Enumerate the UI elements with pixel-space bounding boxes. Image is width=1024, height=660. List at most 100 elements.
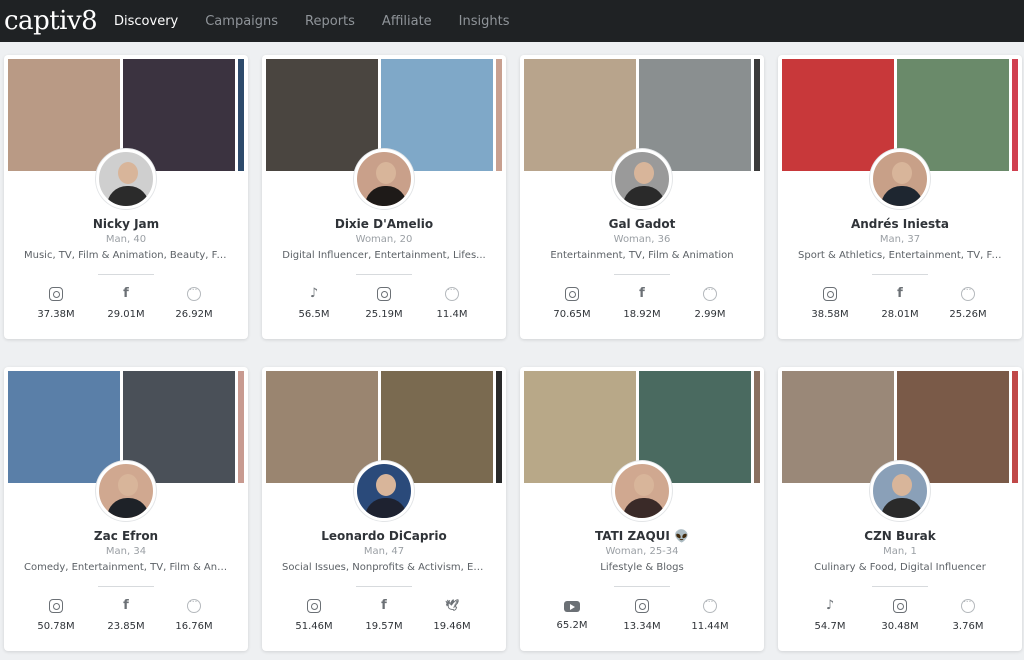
post-thumbnail[interactable] xyxy=(8,371,120,483)
influencer-name[interactable]: CZN Burak xyxy=(778,529,1022,543)
stat-value: 11.4M xyxy=(436,309,468,320)
influencer-name[interactable]: Gal Gadot xyxy=(520,217,764,231)
influencer-name[interactable]: TATI ZAQUI 👽 xyxy=(520,529,764,543)
more-icon xyxy=(703,285,717,301)
influencer-name[interactable]: Zac Efron xyxy=(4,529,248,543)
facebook-icon: f xyxy=(123,598,129,613)
gender-age: Woman, 36 xyxy=(613,234,671,245)
avatar[interactable] xyxy=(870,461,930,521)
facebook-icon: f xyxy=(123,286,129,301)
stat-value: 56.5M xyxy=(298,309,330,320)
influencer-card[interactable]: Nicky Jam Man, 40 Music, TV, Film & Animat… xyxy=(4,55,248,339)
nav-affiliate[interactable]: Affiliate xyxy=(382,14,432,29)
stat-value: 13.34M xyxy=(623,621,661,632)
nav-reports[interactable]: Reports xyxy=(305,14,355,29)
categories: Sport & Athletics, Entertainment, TV, Fi… xyxy=(798,250,1002,261)
stat-instagram: 30.48M xyxy=(870,599,930,632)
more-icon xyxy=(703,597,717,613)
stat-instagram: 50.78M xyxy=(26,599,86,632)
avatar[interactable] xyxy=(612,149,672,209)
top-navbar: captiv8 Discovery Campaigns Reports Affi… xyxy=(0,0,1024,42)
instagram-icon xyxy=(307,599,321,613)
stat-facebook: f 19.57M xyxy=(354,598,414,633)
categories: Digital Influencer, Entertainment, Lifes… xyxy=(282,250,486,261)
post-thumbnail[interactable] xyxy=(8,59,120,171)
divider xyxy=(614,274,670,275)
influencer-card[interactable]: CZN Burak Man, 1 Culinary & Food, Digital … xyxy=(778,367,1022,651)
stat-instagram: 13.34M xyxy=(612,599,672,632)
stat-twitter: 🕊 19.46M xyxy=(422,599,482,632)
gender-age: Man, 34 xyxy=(105,546,147,557)
avatar[interactable] xyxy=(354,461,414,521)
instagram-icon xyxy=(893,599,907,613)
stat-value: 26.92M xyxy=(175,309,213,320)
categories: Social Issues, Nonprofits & Activism, En… xyxy=(282,562,486,573)
stat-value: 38.58M xyxy=(811,309,849,320)
influencer-card[interactable]: Zac Efron Man, 34 Comedy, Entertainment, T… xyxy=(4,367,248,651)
instagram-icon xyxy=(49,287,63,301)
divider xyxy=(98,586,154,587)
post-thumbnail[interactable] xyxy=(754,371,760,483)
divider xyxy=(356,586,412,587)
instagram-icon xyxy=(565,287,579,301)
post-thumbnail[interactable] xyxy=(782,59,894,171)
gender-age: Woman, 20 xyxy=(355,234,413,245)
post-thumbnail[interactable] xyxy=(754,59,760,171)
instagram-icon xyxy=(377,287,391,301)
stat-value: 2.99M xyxy=(694,309,726,320)
stat-instagram: 70.65M xyxy=(542,287,602,320)
stat-value: 30.48M xyxy=(881,621,919,632)
influencer-card[interactable]: Dixie D'Amelio Woman, 20 Digital Influence… xyxy=(262,55,506,339)
avatar[interactable] xyxy=(96,461,156,521)
stat-value: 23.85M xyxy=(107,621,145,632)
stat-more: 26.92M xyxy=(164,285,224,320)
captiv8-logo[interactable]: captiv8 xyxy=(4,6,114,36)
post-thumbnail[interactable] xyxy=(524,59,636,171)
post-thumbnail[interactable] xyxy=(238,59,244,171)
avatar[interactable] xyxy=(354,149,414,209)
categories: Lifestyle & Blogs xyxy=(600,562,684,573)
instagram-icon xyxy=(823,287,837,301)
stat-value: 16.76M xyxy=(175,621,213,632)
nav-insights[interactable]: Insights xyxy=(459,14,510,29)
tiktok-icon: ♪ xyxy=(825,598,835,613)
influencer-name[interactable]: Dixie D'Amelio xyxy=(262,217,506,231)
twitter-icon: 🕊 xyxy=(445,599,459,612)
gender-age: Man, 1 xyxy=(883,546,917,557)
nav-discovery[interactable]: Discovery xyxy=(114,14,178,29)
influencer-name[interactable]: Leonardo DiCaprio xyxy=(262,529,506,543)
post-thumbnail[interactable] xyxy=(496,371,502,483)
post-thumbnail[interactable] xyxy=(782,371,894,483)
stat-value: 25.19M xyxy=(365,309,403,320)
influencer-name[interactable]: Nicky Jam xyxy=(4,217,248,231)
influencer-name[interactable]: Andrés Iniesta xyxy=(778,217,1022,231)
stat-value: 3.76M xyxy=(952,621,984,632)
divider xyxy=(872,274,928,275)
more-icon xyxy=(187,597,201,613)
divider xyxy=(356,274,412,275)
facebook-icon: f xyxy=(639,286,645,301)
more-icon xyxy=(187,285,201,301)
post-thumbnail[interactable] xyxy=(1012,371,1018,483)
post-thumbnail[interactable] xyxy=(1012,59,1018,171)
more-icon xyxy=(961,597,975,613)
facebook-icon: f xyxy=(381,598,387,613)
stat-youtube: 65.2M xyxy=(542,599,602,631)
post-thumbnail[interactable] xyxy=(524,371,636,483)
influencer-card[interactable]: Gal Gadot Woman, 36 Entertainment, TV, Fil… xyxy=(520,55,764,339)
post-thumbnail[interactable] xyxy=(266,59,378,171)
nav-campaigns[interactable]: Campaigns xyxy=(205,14,278,29)
post-thumbnail[interactable] xyxy=(496,59,502,171)
avatar[interactable] xyxy=(612,461,672,521)
tiktok-icon: ♪ xyxy=(309,286,319,301)
influencer-card[interactable]: Leonardo DiCaprio Man, 47 Social Issues, N… xyxy=(262,367,506,651)
avatar[interactable] xyxy=(96,149,156,209)
avatar[interactable] xyxy=(870,149,930,209)
stat-value: 19.57M xyxy=(365,621,403,632)
post-thumbnail[interactable] xyxy=(238,371,244,483)
influencer-card[interactable]: TATI ZAQUI 👽 Woman, 25-34 Lifestyle & Blog… xyxy=(520,367,764,651)
post-thumbnail[interactable] xyxy=(266,371,378,483)
stat-instagram: 38.58M xyxy=(800,287,860,320)
gender-age: Woman, 25-34 xyxy=(605,546,679,557)
influencer-card[interactable]: Andrés Iniesta Man, 37 Sport & Athletics, … xyxy=(778,55,1022,339)
